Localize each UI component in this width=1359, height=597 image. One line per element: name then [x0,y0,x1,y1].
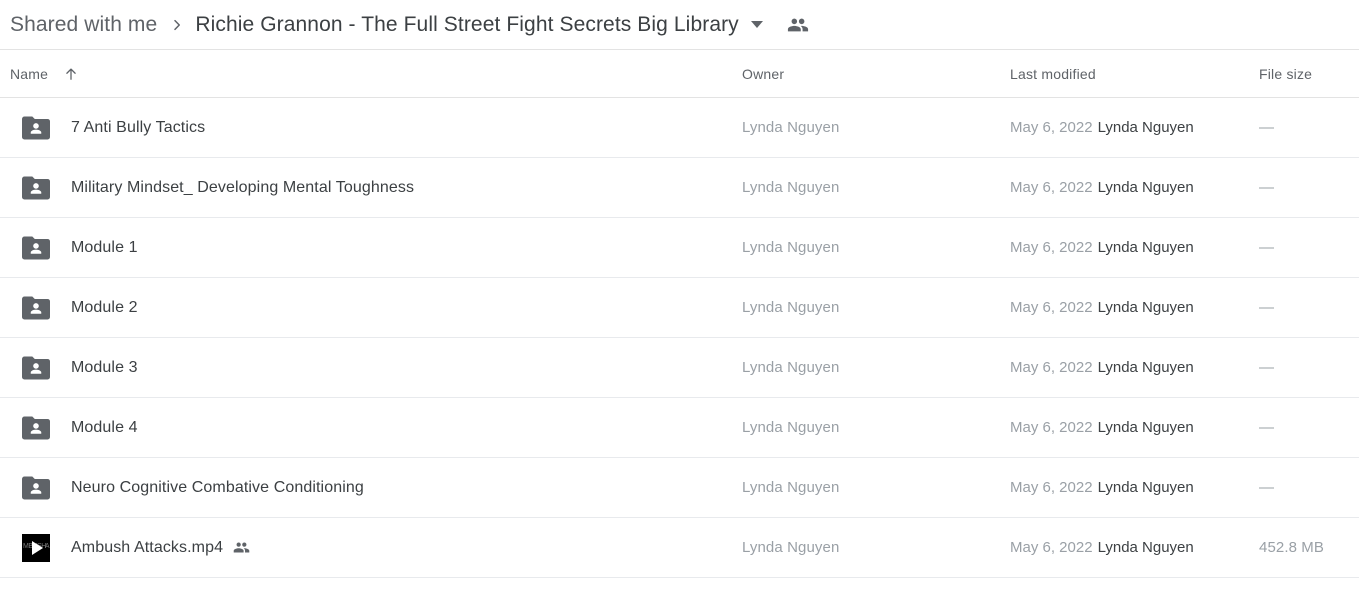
last-modified-by: Lynda Nguyen [1097,539,1194,556]
file-size-cell: — [1259,239,1275,256]
file-owner-cell: Lynda Nguyen [742,299,840,316]
file-owner-cell: Lynda Nguyen [742,239,840,256]
file-last-modified-cell: May 6, 2022 Lynda Nguyen [1010,179,1259,196]
file-size-cell: — [1259,119,1275,136]
last-modified-by: Lynda Nguyen [1097,119,1194,136]
last-modified-date: May 6, 2022 [1010,479,1093,496]
file-last-modified-cell: May 6, 2022 Lynda Nguyen [1010,299,1259,316]
file-size-cell: — [1259,479,1275,496]
last-modified-date: May 6, 2022 [1010,179,1093,196]
file-last-modified-cell: May 6, 2022 Lynda Nguyen [1010,239,1259,256]
last-modified-by: Lynda Nguyen [1097,359,1194,376]
sort-ascending-arrow-icon[interactable] [62,65,80,83]
file-size-cell: 452.8 MB [1259,539,1325,556]
file-name-cell[interactable]: MBUSH A Ambush Attacks.mp4 [0,533,742,562]
shared-folder-icon [10,294,50,322]
table-row[interactable]: Neuro Cognitive Combative Conditioning L… [0,458,1359,518]
breadcrumb-bar: Shared with me Richie Grannon - The Full… [0,0,1359,50]
file-name-label: Military Mindset_ Developing Mental Toug… [71,178,415,196]
shared-folder-icon [10,414,50,442]
file-owner-cell: Lynda Nguyen [742,479,840,496]
last-modified-by: Lynda Nguyen [1097,239,1194,256]
file-list: 7 Anti Bully Tactics Lynda Nguyen May 6,… [0,98,1359,578]
file-last-modified-cell: May 6, 2022 Lynda Nguyen [1010,359,1259,376]
breadcrumb-current-folder[interactable]: Richie Grannon - The Full Street Fight S… [195,14,738,35]
table-row[interactable]: Module 2 Lynda Nguyen May 6, 2022 Lynda N… [0,278,1359,338]
column-header-last-modified[interactable]: Last modified [1010,66,1259,82]
table-row[interactable]: Module 1 Lynda Nguyen May 6, 2022 Lynda N… [0,218,1359,278]
column-header-file-size[interactable]: File size [1259,66,1359,82]
shared-folder-icon [10,114,50,142]
table-row[interactable]: Module 4 Lynda Nguyen May 6, 2022 Lynda N… [0,398,1359,458]
file-name-cell[interactable]: Neuro Cognitive Combative Conditioning [0,474,742,502]
chevron-right-icon [168,16,186,34]
column-header-name-label: Name [10,65,49,82]
last-modified-date: May 6, 2022 [1010,299,1093,316]
last-modified-by: Lynda Nguyen [1097,479,1194,496]
file-size-cell: — [1259,299,1275,316]
shared-folder-icon [10,474,50,502]
file-name-label: 7 Anti Bully Tactics [71,118,206,136]
file-owner-cell: Lynda Nguyen [742,419,840,436]
last-modified-date: May 6, 2022 [1010,539,1093,556]
table-row[interactable]: Module 3 Lynda Nguyen May 6, 2022 Lynda N… [0,338,1359,398]
file-name-label: Module 2 [71,298,138,316]
file-name-cell[interactable]: Military Mindset_ Developing Mental Toug… [0,174,742,202]
file-last-modified-cell: May 6, 2022 Lynda Nguyen [1010,419,1259,436]
dropdown-caret-icon[interactable] [750,21,763,28]
file-name-label: Module 3 [71,358,138,376]
last-modified-date: May 6, 2022 [1010,419,1093,436]
shared-folder-icon [10,174,50,202]
file-size-cell: — [1259,419,1275,436]
breadcrumb-shared-with-me[interactable]: Shared with me [10,14,157,35]
file-size-cell: — [1259,179,1275,196]
file-name-cell[interactable]: 7 Anti Bully Tactics [0,114,742,142]
file-last-modified-cell: May 6, 2022 Lynda Nguyen [1010,539,1259,556]
last-modified-date: May 6, 2022 [1010,119,1093,136]
file-name-cell[interactable]: Module 1 [0,234,742,262]
file-name-label: Ambush Attacks.mp4 [71,538,224,556]
column-header-owner[interactable]: Owner [742,66,1010,82]
file-owner-cell: Lynda Nguyen [742,179,840,196]
file-name-label: Module 4 [71,418,138,436]
file-owner-cell: Lynda Nguyen [742,119,840,136]
file-name-cell[interactable]: Module 3 [0,354,742,382]
file-size-cell: — [1259,359,1275,376]
shared-folder-icon [10,234,50,262]
last-modified-date: May 6, 2022 [1010,359,1093,376]
file-name-label: Neuro Cognitive Combative Conditioning [71,478,364,496]
last-modified-by: Lynda Nguyen [1097,179,1194,196]
last-modified-by: Lynda Nguyen [1097,299,1194,316]
shared-folder-icon [10,354,50,382]
file-owner-cell: Lynda Nguyen [742,359,840,376]
column-header-row: Name Owner Last modified File size [0,50,1359,98]
last-modified-date: May 6, 2022 [1010,239,1093,256]
shared-people-icon [233,539,250,556]
table-row[interactable]: Military Mindset_ Developing Mental Toug… [0,158,1359,218]
file-name-label: Module 1 [71,238,138,256]
file-last-modified-cell: May 6, 2022 Lynda Nguyen [1010,479,1259,496]
table-row[interactable]: MBUSH A Ambush Attacks.mp4 Lynda Nguyen … [0,518,1359,578]
people-shared-icon[interactable] [787,14,809,36]
file-owner-cell: Lynda Nguyen [742,539,840,556]
file-last-modified-cell: May 6, 2022 Lynda Nguyen [1010,119,1259,136]
video-file-icon: MBUSH A [10,533,50,562]
file-name-cell[interactable]: Module 2 [0,294,742,322]
file-name-cell[interactable]: Module 4 [0,414,742,442]
last-modified-by: Lynda Nguyen [1097,419,1194,436]
column-header-name[interactable]: Name [0,65,742,83]
table-row[interactable]: 7 Anti Bully Tactics Lynda Nguyen May 6,… [0,98,1359,158]
